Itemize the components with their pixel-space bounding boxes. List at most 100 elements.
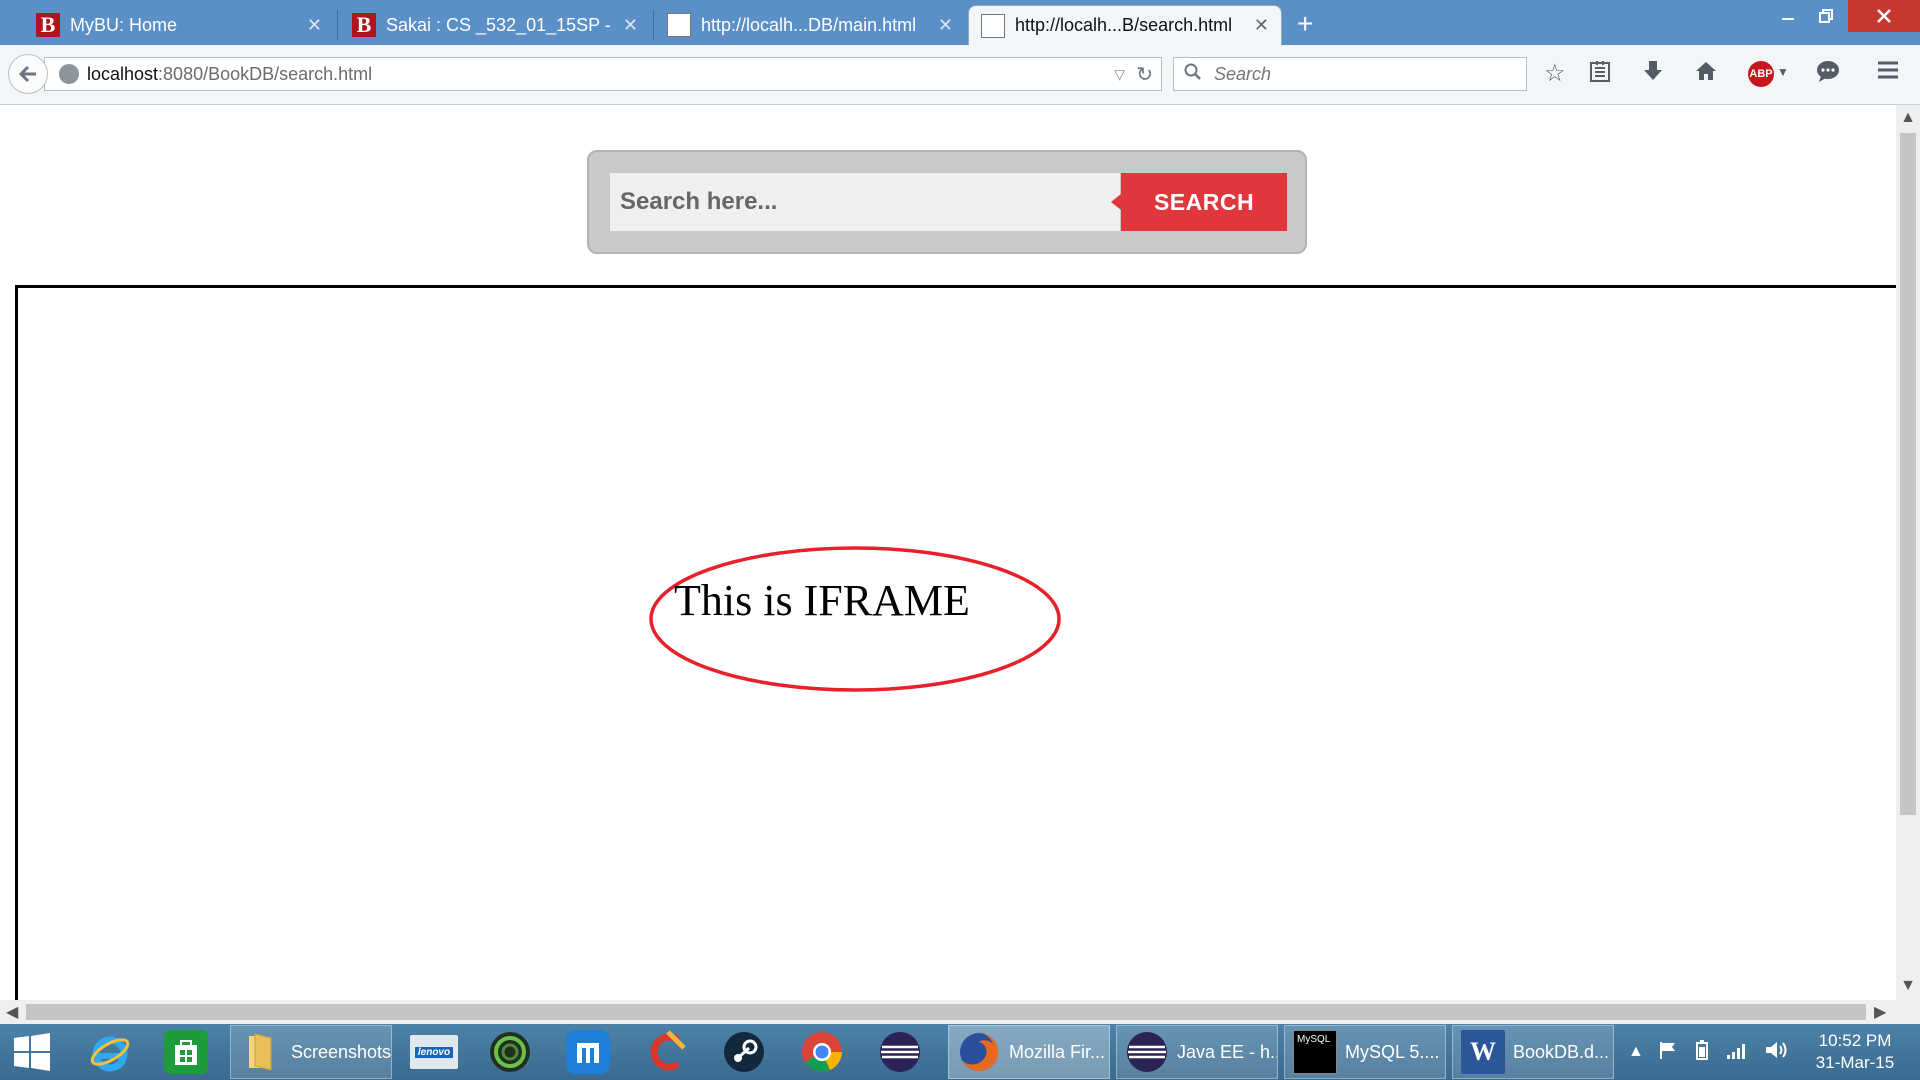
chrome-icon	[800, 1030, 844, 1074]
close-icon[interactable]: ✕	[623, 15, 638, 36]
chevron-down-icon[interactable]: ▼	[1777, 65, 1789, 79]
page-icon	[981, 13, 1005, 38]
tab-divider	[653, 10, 654, 40]
horizontal-scroll-thumb[interactable]	[26, 1004, 1866, 1020]
address-bar[interactable]: localhost:8080/BookDB/search.html ▽ ↻	[44, 57, 1162, 91]
windows-taskbar: Screenshots lenovo Mozilla Fir... Java E…	[0, 1024, 1920, 1080]
circle-app-icon	[488, 1030, 532, 1074]
tab-title: Sakai : CS _532_01_15SP - ...	[386, 14, 615, 35]
results-iframe: This is IFRAME	[15, 285, 1896, 1001]
show-hidden-icons-icon[interactable]: ▲	[1628, 1043, 1644, 1061]
system-tray: ▲	[1620, 1024, 1788, 1080]
download-icon[interactable]	[1642, 59, 1664, 90]
taskbar-mysql[interactable]: MySQL MySQL 5....	[1284, 1025, 1446, 1079]
eclipse-icon	[1125, 1030, 1169, 1074]
restore-button[interactable]	[1808, 0, 1844, 32]
scroll-corner	[1896, 1000, 1920, 1024]
web-search-input[interactable]	[1212, 62, 1506, 86]
taskbar-lenovo[interactable]: lenovo	[402, 1025, 468, 1079]
minimize-icon	[1782, 18, 1794, 20]
taskbar-firefox[interactable]: Mozilla Fir...	[948, 1025, 1110, 1079]
taskbar-file-explorer[interactable]: Screenshots	[230, 1025, 392, 1079]
scroll-down-arrow-icon[interactable]: ▼	[1896, 977, 1920, 995]
home-icon[interactable]	[1694, 59, 1718, 90]
globe-icon	[59, 64, 79, 84]
tab-title: http://localh...DB/main.html	[701, 14, 917, 35]
close-icon[interactable]: ✕	[1254, 15, 1269, 36]
vertical-scrollbar[interactable]: ▲ ▼	[1896, 105, 1920, 1001]
wifi-signal-icon[interactable]	[1726, 1040, 1750, 1065]
ie-icon	[88, 1030, 132, 1074]
reload-icon[interactable]: ↻	[1136, 62, 1153, 87]
taskbar-steam[interactable]	[714, 1025, 780, 1079]
tab-sakai[interactable]: B Sakai : CS _532_01_15SP - ... ✕	[340, 5, 650, 45]
search-icon	[1184, 63, 1202, 86]
new-tab-button[interactable]: +	[1297, 8, 1313, 40]
bu-logo-icon: B	[352, 13, 376, 37]
tab-search-html[interactable]: http://localh...B/search.html ✕	[968, 5, 1282, 45]
taskbar-eclipse-javaee[interactable]: Java EE - h...	[1116, 1025, 1278, 1079]
url-history-dropdown-icon[interactable]: ▽	[1114, 66, 1125, 83]
bookmark-star-icon[interactable]: ☆	[1544, 59, 1566, 88]
chat-icon[interactable]	[1815, 59, 1841, 90]
scroll-right-arrow-icon[interactable]: ▶	[1874, 1002, 1886, 1022]
volume-icon[interactable]	[1764, 1039, 1788, 1066]
iframe-heading: This is IFRAME	[674, 576, 970, 625]
taskbar-eclipse[interactable]	[870, 1025, 936, 1079]
web-search-box[interactable]	[1173, 57, 1527, 91]
taskbar-label: BookDB.d...	[1513, 1041, 1610, 1062]
taskbar-chrome[interactable]	[792, 1025, 858, 1079]
word-icon-text: W	[1470, 1037, 1496, 1066]
tab-title: http://localh...B/search.html	[1015, 15, 1233, 35]
close-icon[interactable]: ✕	[938, 15, 953, 36]
horizontal-scrollbar[interactable]: ◀ ▶	[0, 1000, 1896, 1024]
action-center-flag-icon[interactable]	[1658, 1040, 1678, 1065]
close-icon[interactable]: ✕	[307, 15, 322, 36]
lenovo-icon: lenovo	[410, 1035, 458, 1069]
scroll-up-arrow-icon[interactable]: ▲	[1896, 109, 1920, 127]
taskbar-word[interactable]: W BookDB.d...	[1452, 1025, 1614, 1079]
taskbar-label: MySQL 5....	[1345, 1041, 1440, 1062]
bookmarks-list-icon[interactable]	[1589, 59, 1611, 90]
system-clock[interactable]: 10:52 PM 31-Mar-15	[1795, 1030, 1915, 1074]
hamburger-menu-icon[interactable]	[1876, 59, 1900, 88]
folder-icon	[239, 1030, 283, 1074]
tab-mybu-home[interactable]: B MyBU: Home ✕	[24, 5, 334, 45]
navigation-toolbar: localhost:8080/BookDB/search.html ▽ ↻ ☆ …	[0, 45, 1920, 105]
tab-strip: B MyBU: Home ✕ B Sakai : CS _532_01_15SP…	[0, 0, 1920, 45]
search-button[interactable]: SEARCH	[1121, 173, 1287, 231]
bu-logo-icon: B	[36, 13, 60, 37]
page-content: SEARCH This is IFRAME	[0, 105, 1896, 1001]
tab-title: MyBU: Home	[70, 14, 178, 35]
search-button-notch	[1111, 194, 1121, 210]
scroll-left-arrow-icon[interactable]: ◀	[6, 1002, 18, 1022]
page-icon	[667, 13, 691, 37]
mysql-icon: MySQL	[1293, 1030, 1337, 1074]
search-form: SEARCH	[587, 150, 1307, 254]
url-path: :8080/BookDB/search.html	[158, 63, 373, 84]
tab-divider	[337, 10, 338, 40]
adblock-plus-icon[interactable]: ABP	[1748, 61, 1774, 87]
window-close-button[interactable]	[1848, 0, 1920, 32]
taskbar-internet-explorer[interactable]	[80, 1025, 146, 1079]
taskbar-green-app[interactable]	[480, 1025, 546, 1079]
start-button[interactable]	[2, 1025, 68, 1079]
battery-icon[interactable]	[1692, 1039, 1712, 1066]
word-icon: W	[1461, 1030, 1505, 1074]
taskbar-maxthon[interactable]	[558, 1025, 624, 1079]
restore-icon	[1819, 9, 1833, 23]
windows-icon	[10, 1030, 54, 1074]
back-button[interactable]	[8, 54, 48, 94]
store-icon	[164, 1030, 208, 1074]
maxthon-icon	[566, 1030, 610, 1074]
close-icon	[1877, 9, 1891, 23]
taskbar-store[interactable]	[156, 1025, 222, 1079]
search-input[interactable]	[610, 173, 1120, 231]
tab-main-html[interactable]: http://localh...DB/main.html ✕	[655, 5, 965, 45]
taskbar-label: Java EE - h...	[1177, 1041, 1277, 1062]
minimize-button[interactable]	[1770, 0, 1806, 32]
ccleaner-icon	[644, 1030, 688, 1074]
taskbar-ccleaner[interactable]	[636, 1025, 702, 1079]
vertical-scroll-thumb[interactable]	[1900, 133, 1916, 815]
steam-icon	[722, 1030, 766, 1074]
